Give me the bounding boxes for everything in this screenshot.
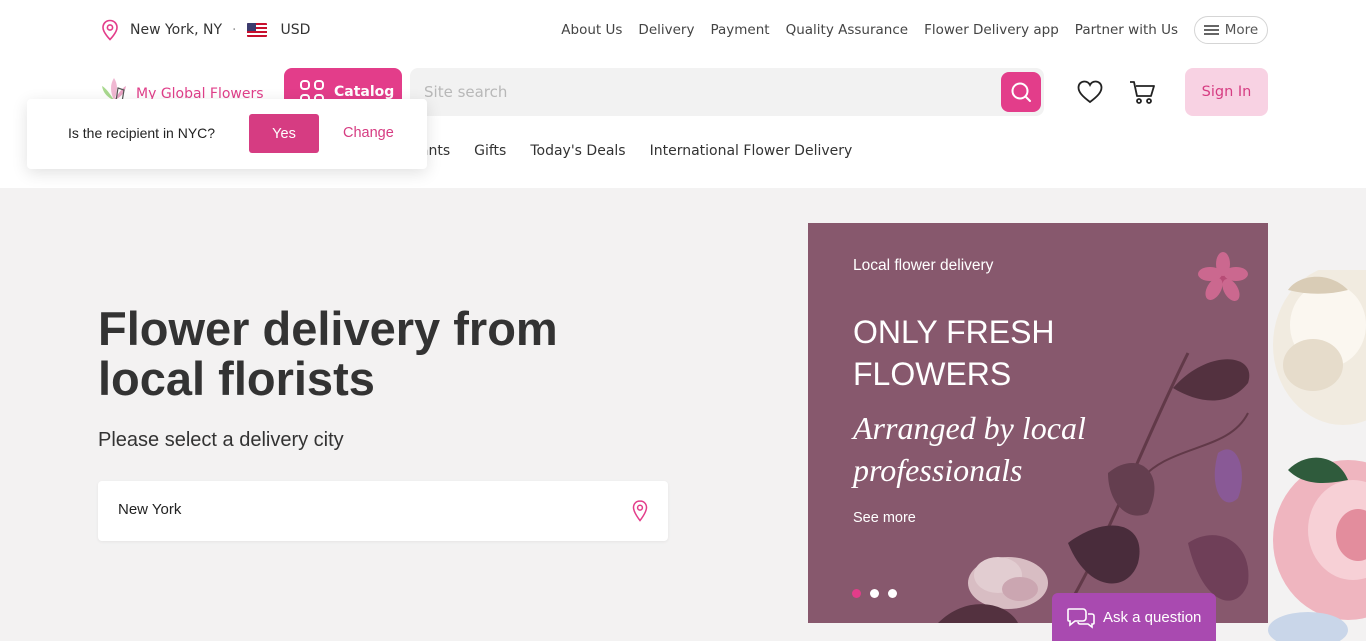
menu-icon: [1203, 25, 1219, 35]
category-nav: lants Gifts Today's Deals International …: [416, 143, 876, 159]
search-bar: [410, 68, 1044, 116]
promo-banner[interactable]: Local flower delivery ONLY FRESH FLOWERS…: [808, 223, 1268, 623]
ask-question-button[interactable]: Ask a question: [1052, 593, 1216, 641]
heart-icon[interactable]: [1076, 79, 1104, 105]
separator-dot: ·: [232, 22, 237, 38]
search-input[interactable]: [424, 68, 1004, 116]
banner-eyebrow: Local flower delivery: [853, 257, 994, 274]
currency-label[interactable]: USD: [281, 22, 311, 38]
top-nav-quality[interactable]: Quality Assurance: [786, 22, 909, 38]
chat-icon: [1067, 608, 1095, 629]
cart-icon[interactable]: [1128, 79, 1156, 105]
top-nav-payment[interactable]: Payment: [710, 22, 769, 38]
location-city[interactable]: New York, NY: [130, 22, 222, 38]
us-flag-icon: [246, 23, 267, 37]
popup-question: Is the recipient in NYC?: [68, 125, 216, 141]
search-icon: [1011, 82, 1031, 102]
city-input[interactable]: New York: [98, 481, 668, 541]
category-gifts[interactable]: Gifts: [474, 143, 506, 159]
location-pin-icon: [102, 19, 118, 41]
carousel-dot-3[interactable]: [888, 589, 897, 598]
top-nav-partner[interactable]: Partner with Us: [1075, 22, 1178, 38]
carousel-dot-1[interactable]: [852, 589, 861, 598]
change-button[interactable]: Change: [343, 125, 394, 141]
recipient-location-popup: Is the recipient in NYC? Yes Change: [27, 99, 427, 169]
more-button[interactable]: More: [1194, 16, 1268, 44]
top-nav-about[interactable]: About Us: [561, 22, 622, 38]
top-nav: About Us Delivery Payment Quality Assura…: [545, 16, 1268, 44]
banner-headline: ONLY FRESH FLOWERS: [853, 314, 1055, 392]
location-pin-icon[interactable]: [629, 499, 651, 523]
sign-in-button[interactable]: Sign In: [1185, 68, 1268, 116]
location-selector[interactable]: New York, NY · USD: [98, 18, 310, 42]
category-international[interactable]: International Flower Delivery: [650, 143, 853, 159]
carousel-dot-2[interactable]: [870, 589, 879, 598]
top-nav-app[interactable]: Flower Delivery app: [924, 22, 1059, 38]
top-nav-delivery[interactable]: Delivery: [638, 22, 694, 38]
hero-subtitle: Please select a delivery city: [98, 429, 344, 451]
category-deals[interactable]: Today's Deals: [530, 143, 625, 159]
more-label: More: [1224, 22, 1259, 38]
carousel-dots: [852, 589, 906, 598]
yes-button[interactable]: Yes: [249, 114, 319, 153]
catalog-label: Catalog: [334, 84, 395, 100]
hero-title: Flower delivery from local florists: [98, 302, 558, 405]
ask-question-label: Ask a question: [1103, 608, 1202, 626]
search-button[interactable]: [1001, 72, 1041, 112]
side-flower-decoration: [1268, 270, 1366, 641]
banner-tagline: Arranged by local professionals: [853, 410, 1086, 488]
city-value: New York: [118, 501, 182, 518]
see-more-link[interactable]: See more: [853, 510, 916, 526]
